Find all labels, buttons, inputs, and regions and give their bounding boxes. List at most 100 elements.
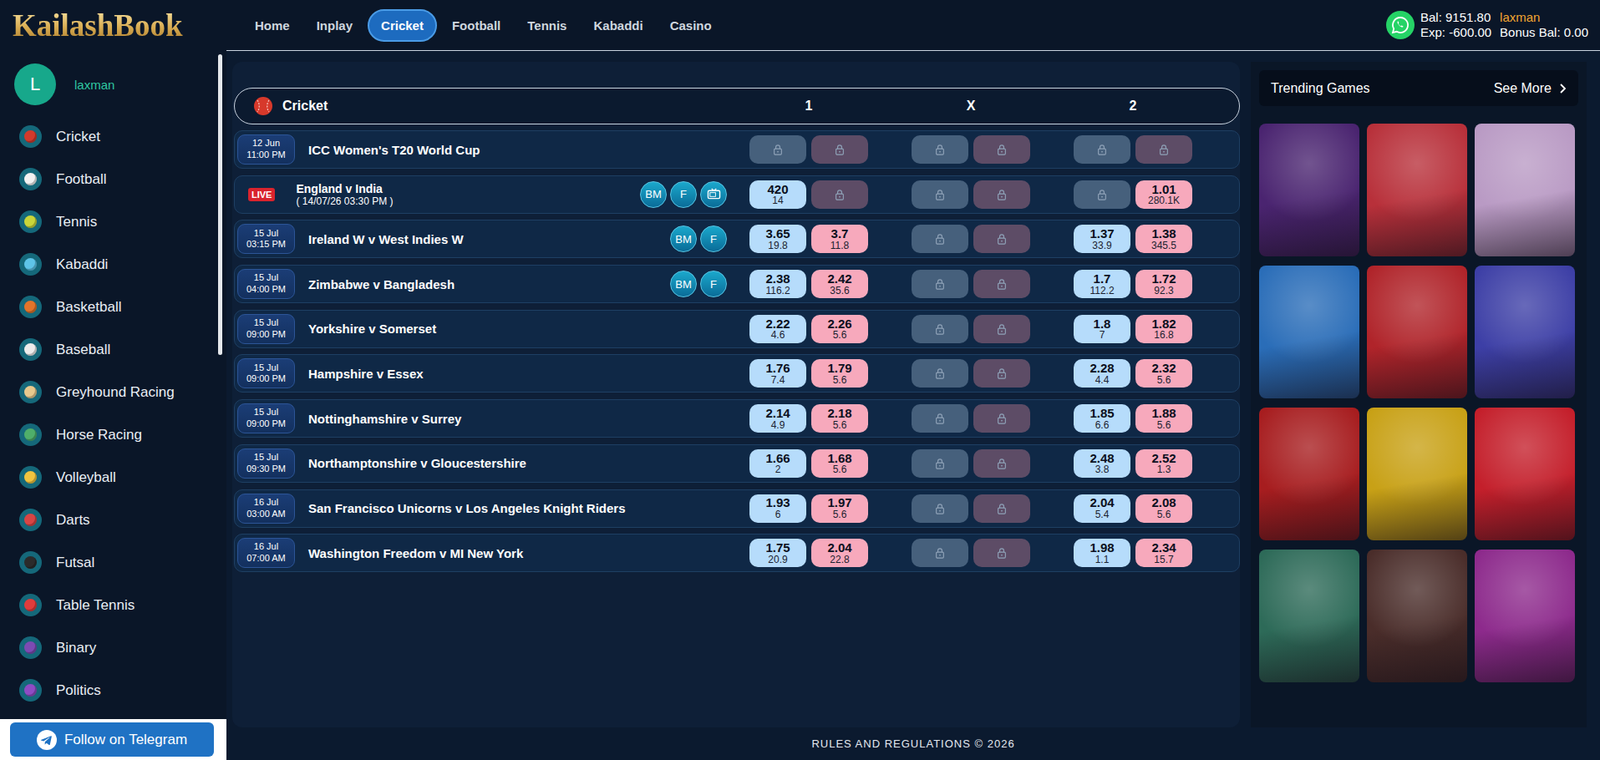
logo[interactable]: KailashBook: [0, 0, 227, 51]
match-row[interactable]: LIVEEngland v India( 14/07/26 03:30 PM )…: [233, 175, 1240, 214]
sidebar-item[interactable]: Binary: [0, 626, 227, 670]
odds-cell[interactable]: 1.981.1: [1073, 538, 1131, 568]
odds-cell[interactable]: 2.4235.6: [811, 269, 869, 299]
market-badge[interactable]: BM: [670, 270, 697, 298]
sidebar-item[interactable]: Politics: [0, 669, 227, 712]
match-name[interactable]: Yorkshire v Somerset: [308, 321, 437, 336]
game-tile[interactable]: [1474, 265, 1575, 399]
odds-cell[interactable]: 2.483.8: [1073, 449, 1131, 478]
match-row[interactable]: 15 Jul04:00 PMZimbabwe v BangladeshBMF2.…: [233, 264, 1240, 304]
account-username[interactable]: laxman: [1499, 10, 1589, 26]
match-row[interactable]: 15 Jul09:30 PMNorthamptonshire v Glouces…: [233, 444, 1240, 483]
odds-cell[interactable]: 2.144.9: [749, 404, 807, 433]
tv-icon[interactable]: [700, 181, 727, 209]
match-name[interactable]: San Francisco Unicorns v Los Angeles Kni…: [308, 501, 626, 516]
market-badge[interactable]: BM: [640, 181, 667, 209]
sidebar-item[interactable]: Cricket: [0, 115, 227, 158]
odds-cell[interactable]: 1.8216.8: [1135, 314, 1193, 344]
match-row[interactable]: 15 Jul09:00 PMNottinghamshire v Surrey2.…: [233, 399, 1240, 438]
odds-cell[interactable]: 2.0422.8: [811, 538, 869, 568]
nav-tab[interactable]: Cricket: [367, 9, 437, 42]
odds-cell[interactable]: 3.711.8: [811, 224, 869, 254]
sidebar-item[interactable]: Volleyball: [0, 456, 227, 499]
sidebar-item[interactable]: Kabaddi: [0, 243, 227, 286]
odds-cell[interactable]: 2.185.6: [811, 404, 869, 433]
odds-cell[interactable]: 1.87: [1073, 314, 1131, 344]
market-badge[interactable]: F: [700, 270, 727, 298]
odds-cell[interactable]: 2.284.4: [1073, 359, 1131, 388]
game-tile[interactable]: [1366, 549, 1468, 683]
scrollbar-thumb[interactable]: [218, 54, 223, 356]
nav-tab[interactable]: Tennis: [515, 9, 579, 42]
odds-cell[interactable]: 2.521.3: [1135, 449, 1193, 478]
market-badge[interactable]: BM: [670, 225, 697, 253]
match-name[interactable]: Nottinghamshire v Surrey: [308, 411, 462, 427]
scrollbar[interactable]: [218, 54, 223, 715]
odds-cell[interactable]: 1.795.6: [811, 359, 869, 388]
game-tile[interactable]: [1366, 407, 1468, 541]
user-profile[interactable]: Llaxman: [0, 50, 227, 106]
game-tile[interactable]: [1474, 549, 1575, 683]
odds-cell[interactable]: 2.3415.7: [1135, 538, 1193, 568]
odds-cell[interactable]: 2.265.6: [811, 314, 869, 344]
nav-tab[interactable]: Casino: [658, 9, 724, 42]
match-row[interactable]: 15 Jul09:00 PMYorkshire v Somerset2.224.…: [233, 309, 1240, 349]
odds-cell[interactable]: 2.38116.2: [749, 269, 807, 299]
odds-cell[interactable]: 1.975.6: [811, 494, 869, 524]
odds-cell[interactable]: 1.885.6: [1135, 404, 1193, 433]
game-tile[interactable]: [1259, 265, 1360, 399]
market-badge[interactable]: F: [670, 181, 697, 209]
sidebar-item[interactable]: Tennis: [0, 200, 227, 244]
odds-cell[interactable]: 1.767.4: [749, 359, 807, 388]
odds-cell[interactable]: 3.6519.8: [749, 224, 807, 254]
odds-cell[interactable]: 1.685.6: [811, 449, 869, 478]
odds-cell[interactable]: 1.662: [749, 449, 807, 478]
game-tile[interactable]: [1259, 123, 1360, 257]
odds-cell[interactable]: 1.7112.2: [1073, 269, 1131, 299]
whatsapp-icon[interactable]: [1386, 10, 1415, 40]
odds-cell[interactable]: 2.325.6: [1135, 359, 1193, 388]
sidebar-item[interactable]: Darts: [0, 498, 227, 542]
odds-cell[interactable]: 1.936: [749, 494, 807, 524]
odds-cell[interactable]: 1.856.6: [1073, 404, 1131, 433]
match-name[interactable]: England v India: [295, 182, 393, 196]
match-name[interactable]: Washington Freedom v MI New York: [308, 546, 524, 561]
telegram-button[interactable]: Follow on Telegram: [10, 722, 214, 757]
match-row[interactable]: 12 Jun11:00 PMICC Women's T20 World Cup: [233, 130, 1240, 169]
nav-tab[interactable]: Kabaddi: [581, 9, 655, 42]
odds-cell[interactable]: 1.7292.3: [1135, 269, 1193, 299]
game-tile[interactable]: [1259, 407, 1360, 541]
game-tile[interactable]: [1259, 549, 1360, 683]
nav-tab[interactable]: Home: [243, 9, 302, 42]
sidebar-item[interactable]: Greyhound Racing: [0, 370, 227, 414]
odds-cell[interactable]: 2.045.4: [1073, 494, 1131, 524]
nav-tab[interactable]: Inplay: [304, 9, 365, 42]
sidebar-item[interactable]: Football: [0, 157, 227, 201]
sidebar-item[interactable]: Futsal: [0, 541, 227, 585]
sidebar-item[interactable]: Basketball: [0, 285, 227, 329]
odds-cell[interactable]: 1.7520.9: [749, 538, 807, 568]
match-name[interactable]: Zimbabwe v Bangladesh: [308, 277, 455, 292]
odds-cell[interactable]: 42014: [749, 180, 807, 209]
game-tile[interactable]: [1366, 265, 1468, 399]
odds-cell[interactable]: 1.3733.9: [1073, 224, 1131, 254]
game-tile[interactable]: [1474, 407, 1575, 541]
game-tile[interactable]: [1474, 123, 1575, 257]
match-name[interactable]: Northamptonshire v Gloucestershire: [308, 456, 527, 471]
sidebar-item[interactable]: Baseball: [0, 328, 227, 371]
match-row[interactable]: 16 Jul07:00 AMWashington Freedom v MI Ne…: [233, 533, 1240, 573]
match-name[interactable]: Hampshire v Essex: [308, 366, 424, 381]
nav-tab[interactable]: Football: [440, 9, 513, 42]
match-row[interactable]: 15 Jul03:15 PMIreland W v West Indies WB…: [233, 219, 1240, 259]
odds-cell[interactable]: 1.01280.1K: [1135, 180, 1193, 209]
see-more-link[interactable]: See More: [1493, 81, 1567, 97]
odds-cell[interactable]: 1.38345.5: [1135, 224, 1193, 254]
match-row[interactable]: 15 Jul09:00 PMHampshire v Essex1.767.41.…: [233, 354, 1240, 393]
market-badge[interactable]: F: [700, 225, 727, 253]
odds-cell[interactable]: 2.224.6: [749, 314, 807, 344]
sidebar-item[interactable]: Horse Racing: [0, 413, 227, 457]
match-name[interactable]: Ireland W v West Indies W: [308, 232, 464, 247]
footer-text[interactable]: RULES AND REGULATIONS © 2026: [226, 727, 1600, 760]
match-name[interactable]: ICC Women's T20 World Cup: [308, 142, 481, 158]
odds-cell[interactable]: 2.085.6: [1135, 494, 1193, 524]
